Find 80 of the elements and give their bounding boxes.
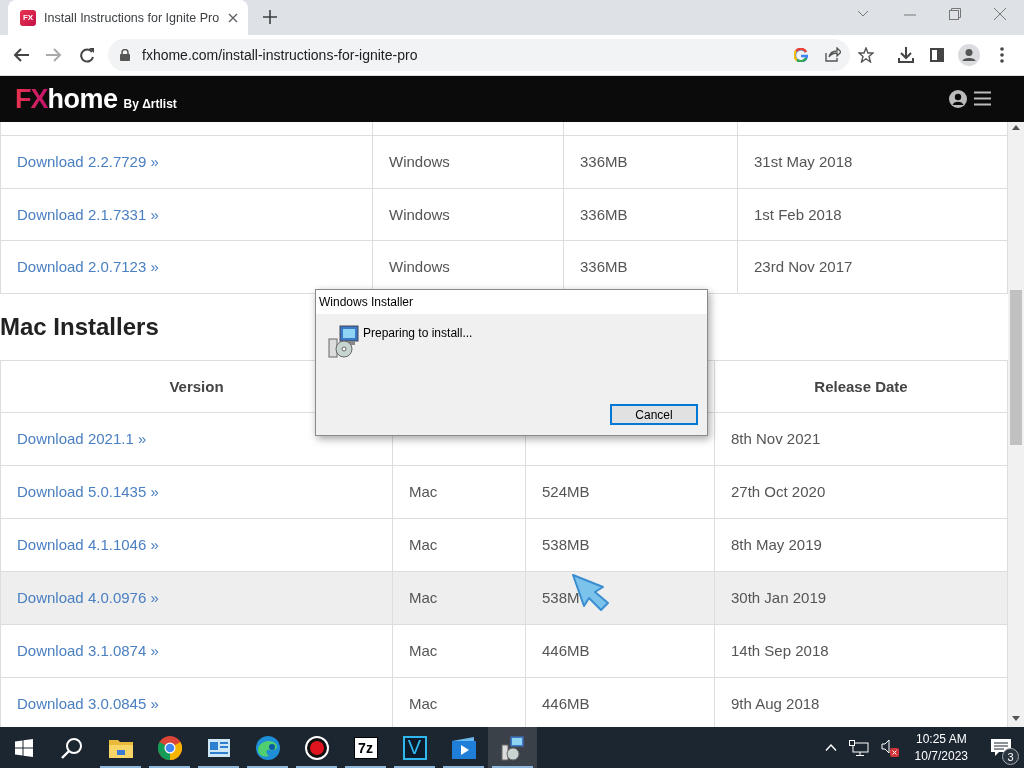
scrollbar[interactable]	[1008, 122, 1024, 727]
logo-wordmark: home	[47, 83, 118, 115]
side-panel-icon[interactable]	[930, 48, 944, 62]
star-icon[interactable]	[858, 47, 874, 63]
account-icon[interactable]	[949, 90, 967, 108]
close-icon[interactable]	[228, 12, 238, 23]
browser-tab[interactable]: FX Install Instructions for Ignite Pro	[8, 0, 248, 35]
record-icon[interactable]	[304, 735, 329, 760]
table-cell: 8th Nov 2021	[714, 412, 1008, 465]
scroll-down-icon[interactable]	[1012, 716, 1020, 721]
back-icon[interactable]	[13, 48, 29, 62]
close-icon[interactable]	[994, 8, 1006, 20]
scroll-up-icon[interactable]	[1012, 125, 1020, 130]
logo-byline: By Δrtlist	[123, 96, 177, 111]
profile-icon[interactable]	[958, 44, 980, 66]
hamburger-menu-icon[interactable]	[974, 91, 991, 106]
table-cell: Mac	[392, 518, 526, 571]
installer-icon[interactable]	[500, 734, 525, 761]
table-cell: Windows	[372, 135, 564, 188]
network-icon[interactable]	[848, 739, 869, 756]
clock[interactable]: 10:25 AM 10/7/2023	[904, 727, 978, 768]
chrome-icon[interactable]	[157, 735, 182, 760]
video-player-icon[interactable]	[451, 736, 476, 759]
table-row[interactable]: Download 4.1.1046 » Mac 538MB 8th May 2019	[0, 518, 1008, 571]
table-cell: 30th Jan 2019	[714, 571, 1008, 624]
table-cell: 8th May 2019	[714, 518, 1008, 571]
download-link[interactable]: Download 3.0.0845 »	[17, 695, 159, 712]
folder-icon[interactable]	[108, 737, 133, 758]
table-cell: Windows	[372, 188, 564, 241]
table-row[interactable]: Download 3.0.0845 » Mac 446MB 9th Aug 2018	[0, 677, 1008, 727]
download-link[interactable]: Download 2.0.7123 »	[17, 258, 159, 276]
table-row[interactable]: Download 3.1.0874 » Mac 446MB 14th Sep 2018	[0, 624, 1008, 677]
download-link[interactable]: Download 2.2.7729 »	[17, 153, 159, 171]
archive-app-icon[interactable]: 7z	[353, 736, 378, 759]
restore-icon[interactable]	[949, 8, 961, 20]
scrollbar-thumb[interactable]	[1010, 290, 1022, 445]
windows-start-icon[interactable]	[15, 738, 33, 757]
chevron-up-icon[interactable]	[824, 744, 837, 751]
download-link[interactable]: Download 5.0.1435 »	[17, 483, 159, 500]
table-row[interactable]: Download 4.0.0976 » Mac 538M 30th Jan 2019	[0, 571, 1008, 624]
chevron-down-icon[interactable]	[857, 10, 869, 18]
section-heading: Mac Installers	[0, 312, 159, 341]
notification-count: 3	[1002, 748, 1019, 765]
table-cell: 23rd Nov 2017	[737, 240, 1008, 293]
table-cell: 446MB	[525, 624, 715, 677]
speaker-muted-icon[interactable]	[880, 738, 899, 757]
favicon: FX	[20, 9, 36, 26]
table-cell: 27th Oct 2020	[714, 465, 1008, 518]
editor-app-icon[interactable]: V	[402, 735, 427, 760]
table-cell: 14th Sep 2018	[714, 624, 1008, 677]
dialog-message: Preparing to install...	[363, 326, 473, 340]
dialog-title: Windows Installer	[319, 295, 414, 309]
download-icon[interactable]	[898, 47, 914, 63]
lock-icon[interactable]	[120, 49, 130, 61]
id-card-icon[interactable]	[207, 738, 230, 757]
share-icon[interactable]	[825, 47, 841, 62]
edge-icon[interactable]	[255, 735, 280, 760]
table-cell: 1st Feb 2018	[737, 188, 1008, 241]
table-cell: 524MB	[525, 465, 715, 518]
table-cell: 31st May 2018	[737, 135, 1008, 188]
table-cell: 336MB	[563, 188, 738, 241]
download-link[interactable]: Download 2.1.7331 »	[17, 205, 159, 223]
download-link[interactable]: Download 4.0.0976 »	[17, 589, 159, 606]
new-tab-icon[interactable]	[263, 10, 277, 24]
menu-icon[interactable]	[1000, 47, 1004, 63]
download-link[interactable]: Download 3.1.0874 »	[17, 642, 159, 659]
download-link[interactable]: Download 4.1.1046 »	[17, 536, 159, 553]
table-cell: 336MB	[563, 135, 738, 188]
table-cell: Mac	[392, 571, 526, 624]
reload-icon[interactable]	[79, 47, 95, 63]
search-icon[interactable]	[61, 736, 83, 759]
google-icon[interactable]	[794, 48, 808, 62]
table-row[interactable]: Download 5.0.1435 » Mac 524MB 27th Oct 2020	[0, 465, 1008, 518]
table-cell: 538MB	[525, 518, 715, 571]
cancel-button[interactable]: Cancel	[610, 404, 698, 425]
table-cell: Mac	[392, 465, 526, 518]
table-cell: Mac	[392, 624, 526, 677]
column-header: Release Date	[714, 360, 1008, 412]
installer-icon	[327, 325, 361, 359]
download-link[interactable]: Download 2021.1 »	[17, 430, 147, 447]
